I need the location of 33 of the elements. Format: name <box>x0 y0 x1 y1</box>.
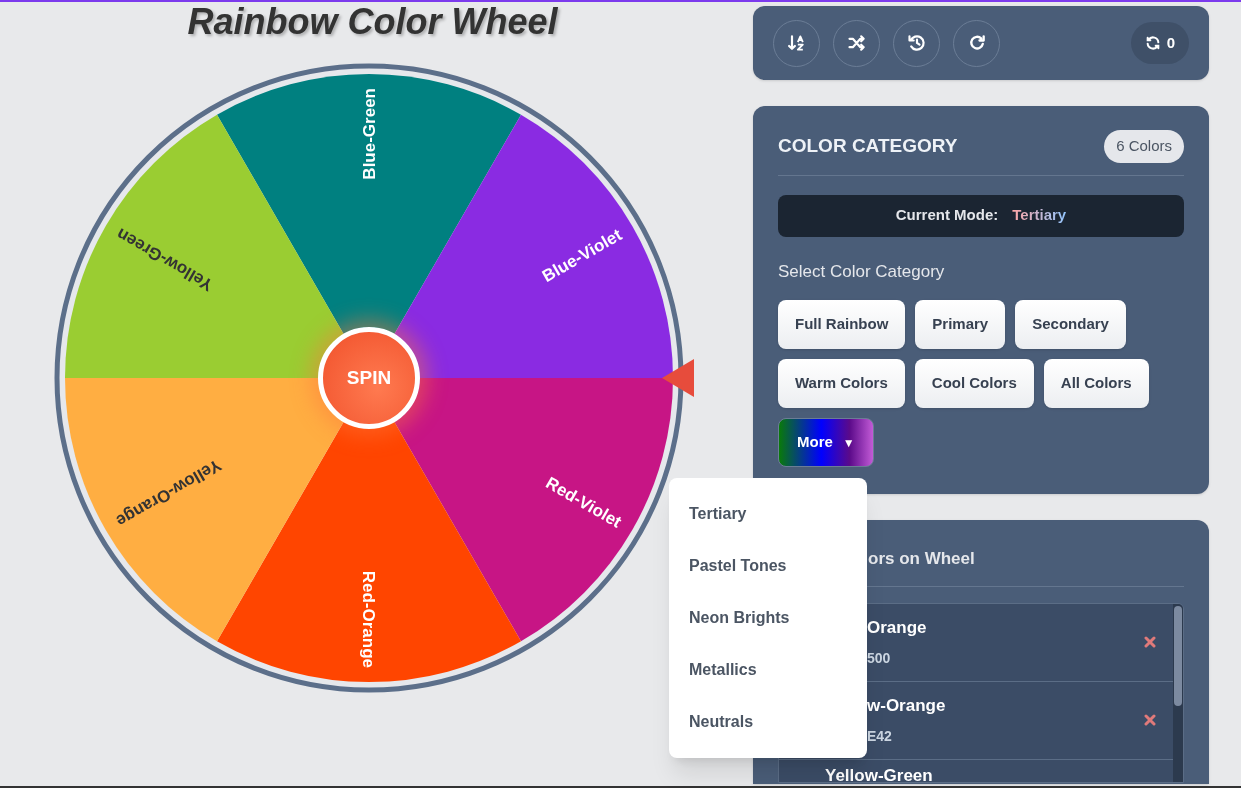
category-button[interactable]: Primary <box>915 300 1006 349</box>
color-hex: 500 <box>867 649 892 669</box>
menu-item[interactable]: Tertiary <box>669 488 867 540</box>
color-name: w-Orange <box>867 694 947 717</box>
segment-label: Blue-Green <box>360 88 379 180</box>
shuffle-icon <box>846 33 867 53</box>
pointer-icon <box>662 359 694 397</box>
menu-item[interactable]: Neon Brights <box>669 592 867 644</box>
color-name: Yellow-Green <box>825 764 934 782</box>
more-button[interactable]: More ▼ <box>778 418 874 467</box>
color-count-badge: 6 Colors <box>1104 130 1184 163</box>
menu-item[interactable]: Metallics <box>669 644 867 696</box>
color-hex: E42 <box>867 727 893 747</box>
category-button[interactable]: All Colors <box>1043 359 1149 408</box>
menu-item[interactable]: Pastel Tones <box>669 540 867 592</box>
category-button[interactable]: Cool Colors <box>914 359 1034 408</box>
color-name: Orange <box>867 616 928 639</box>
menu-item[interactable]: Neutrals <box>669 696 867 748</box>
panel-title: ors on Wheel <box>868 549 975 568</box>
refresh-icon <box>1144 35 1161 51</box>
spin-count: 0 <box>1166 32 1175 53</box>
page-title: Rainbow Color Wheel <box>187 4 558 40</box>
mode-label: Current Mode: <box>895 205 999 226</box>
close-icon <box>1144 714 1156 726</box>
section-label: Select Color Category <box>778 260 946 283</box>
close-icon <box>1144 636 1156 648</box>
category-button[interactable]: Warm Colors <box>778 359 905 408</box>
history-icon <box>906 33 927 53</box>
category-button[interactable]: Secondary <box>1015 300 1126 349</box>
sort-icon <box>786 33 807 53</box>
category-button[interactable]: Full Rainbow <box>778 300 906 349</box>
segment-label: Red-Orange <box>359 570 378 668</box>
panel-title: COLOR CATEGORY <box>778 134 958 158</box>
